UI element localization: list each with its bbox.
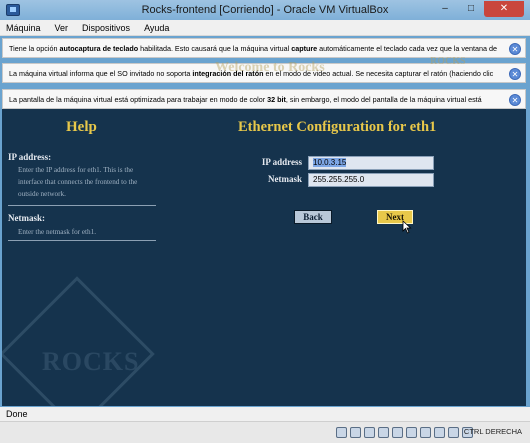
cpu-icon[interactable]: [434, 427, 445, 438]
host-key-label: CTRL DERECHA: [463, 427, 522, 436]
menu-ayuda[interactable]: Ayuda: [144, 23, 169, 33]
shared-folders-icon[interactable]: [378, 427, 389, 438]
netmask-input[interactable]: 255.255.255.0: [308, 173, 434, 187]
menu-ver[interactable]: Ver: [55, 23, 69, 33]
back-button[interactable]: Back: [294, 210, 332, 224]
netmask-label: Netmask: [268, 174, 302, 184]
hard-disk-icon[interactable]: [336, 427, 347, 438]
video-capture-icon[interactable]: [420, 427, 431, 438]
help-divider: [8, 240, 156, 241]
rocks-logo-watermark: ROCKS: [430, 56, 466, 67]
close-icon[interactable]: ✕: [509, 94, 521, 106]
optical-drive-icon[interactable]: [350, 427, 361, 438]
help-netmask-label: Netmask:: [8, 213, 45, 223]
notice-color-depth: La pantalla de la máquina virtual está o…: [2, 89, 526, 109]
menu-dispositivos[interactable]: Dispositivos: [82, 23, 130, 33]
network-icon[interactable]: [406, 427, 417, 438]
help-divider: [8, 205, 156, 206]
help-ip-text: Enter the IP address for eth1. This is t…: [18, 166, 138, 198]
vm-status-tray: CTRL DERECHA: [0, 421, 530, 443]
rocks-logo-text: ROCKS: [42, 347, 140, 376]
minimize-button[interactable]: –: [432, 1, 458, 17]
welcome-watermark: Welcome to Rocks: [215, 60, 325, 75]
close-icon[interactable]: ✕: [509, 68, 521, 80]
maximize-button[interactable]: □: [458, 1, 484, 17]
ip-address-input[interactable]: 10.0.3.15: [308, 156, 434, 170]
notice-text: La pantalla de la máquina virtual está o…: [9, 94, 482, 104]
notice-keyboard-capture: Tiene la opción autocaptura de teclado h…: [2, 38, 526, 58]
mouse-integration-icon[interactable]: [448, 427, 459, 438]
page-title: Ethernet Configuration for eth1: [238, 119, 437, 135]
guest-screen[interactable]: ROCKS Help IP address: Enter the IP addr…: [2, 109, 526, 406]
window-titlebar[interactable]: Rocks-frontend [Corriendo] - Oracle VM V…: [0, 0, 530, 20]
close-icon[interactable]: ✕: [509, 43, 521, 55]
status-bar: Done: [0, 407, 530, 421]
help-ip-label: IP address:: [8, 152, 52, 162]
help-netmask-text: Enter the netmask for eth1.: [18, 228, 97, 236]
display-icon[interactable]: [392, 427, 403, 438]
help-title: Help: [66, 119, 97, 135]
menu-maquina[interactable]: Máquina: [6, 23, 41, 33]
notice-text: Tiene la opción autocaptura de teclado h…: [9, 43, 497, 53]
rocks-logo-diamond: [2, 276, 155, 406]
close-button[interactable]: ✕: [484, 1, 524, 17]
ip-address-label: IP address: [261, 157, 302, 167]
usb-icon[interactable]: [364, 427, 375, 438]
mouse-cursor-icon: [402, 220, 412, 234]
menu-bar: Máquina Ver Dispositivos Ayuda: [0, 20, 530, 36]
